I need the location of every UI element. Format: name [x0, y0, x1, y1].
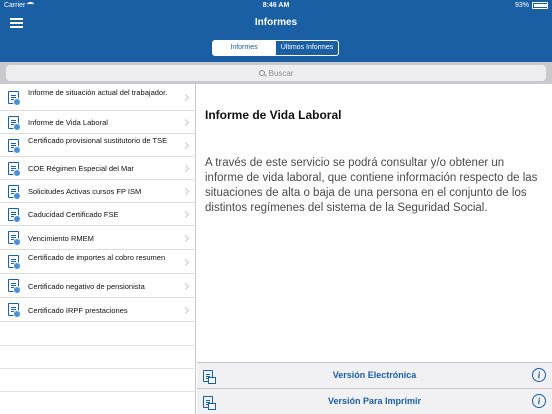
document-icon	[8, 185, 21, 200]
search-bar: Buscar	[0, 62, 552, 84]
list-item[interactable]: Solicitudes Activas cursos FP ISM	[0, 180, 196, 203]
list-item-label: Informe de situación actual del trabajad…	[28, 88, 168, 97]
list-separator	[0, 345, 196, 346]
detail-pane: Informe de Vida Laboral A través de este…	[197, 84, 552, 414]
document-icon	[8, 91, 21, 106]
chevron-right-icon	[181, 93, 190, 102]
document-icon	[8, 208, 21, 223]
document-icon	[8, 139, 21, 154]
document-icon	[8, 116, 21, 131]
list-item[interactable]: Certificado de importes al cobro resumen	[0, 250, 196, 274]
page-title: Informes	[254, 17, 298, 28]
chevron-right-icon	[181, 234, 190, 243]
list-item-label: Solicitudes Activas cursos FP ISM	[28, 187, 142, 196]
list-separator	[0, 368, 196, 369]
document-icon	[8, 162, 21, 177]
list-item[interactable]: Certificado negativo de pensionista	[0, 274, 196, 298]
chevron-right-icon	[181, 164, 190, 173]
document-icon	[8, 279, 21, 294]
list-item-label: Certificado de importes al cobro resumen	[28, 253, 166, 262]
tab-informes[interactable]: Informes	[213, 41, 275, 55]
battery-indicator: 93%	[515, 2, 548, 9]
list-item[interactable]: Informe de Vida Laboral	[0, 111, 196, 134]
document-icon	[8, 231, 21, 246]
status-time: 8:46 AM	[262, 2, 290, 9]
list-item[interactable]: Vencimiento RMEM	[0, 226, 196, 250]
chevron-right-icon	[181, 187, 190, 196]
list-item[interactable]: COE Régimen Especial del Mar	[0, 157, 196, 180]
list-item-label: Informe de Vida Laboral	[28, 118, 108, 127]
chevron-right-icon	[181, 306, 190, 315]
list-item-label: Certificado negativo de pensionista	[28, 282, 145, 291]
document-icon	[8, 255, 21, 270]
list-item-label: COE Régimen Especial del Mar	[28, 164, 134, 173]
tab-ultimos-informes[interactable]: Últimos Informes	[275, 41, 338, 55]
chevron-right-icon	[181, 258, 190, 267]
version-electronica-button[interactable]: Versión Electrónica i	[197, 362, 552, 388]
report-list: Informe de situación actual del trabajad…	[0, 84, 196, 414]
detail-title: Informe de Vida Laboral	[205, 108, 342, 122]
chevron-right-icon	[181, 210, 190, 219]
nav-bar: Informes	[0, 12, 552, 36]
action-label: Versión Para Imprimir	[327, 396, 422, 406]
chevron-right-icon	[181, 282, 190, 291]
info-icon[interactable]: i	[532, 394, 546, 408]
version-imprimir-button[interactable]: Versión Para Imprimir i	[197, 388, 552, 414]
list-item[interactable]: Certificado provisional sustitutorio de …	[0, 134, 196, 157]
list-item[interactable]: Informe de situación actual del trabajad…	[0, 84, 196, 111]
chevron-right-icon	[181, 141, 190, 150]
chevron-right-icon	[181, 118, 190, 127]
action-label: Versión Electrónica	[332, 370, 417, 380]
segmented-control: Informes Últimos Informes	[212, 40, 339, 56]
list-item-label: Caducidad Certificado FSE	[28, 210, 119, 219]
list-item-label: Vencimiento RMEM	[28, 234, 94, 243]
search-input[interactable]: Buscar	[6, 65, 546, 81]
battery-percent: 93%	[514, 2, 529, 9]
detail-description: A través de este servicio se podrá consu…	[205, 157, 538, 214]
list-item-label: Certificado provisional sustitutorio de …	[28, 136, 168, 145]
search-icon	[258, 70, 265, 76]
search-placeholder: Buscar	[268, 68, 294, 78]
list-item[interactable]: Caducidad Certificado FSE	[0, 203, 196, 226]
document-icon	[8, 303, 21, 318]
info-icon[interactable]: i	[532, 368, 546, 382]
status-bar: Carrier 8:46 AM 93%	[0, 0, 552, 12]
battery-icon	[532, 2, 548, 9]
list-item-label: Certificado IRPF prestaciones	[28, 306, 128, 315]
list-item[interactable]: Certificado IRPF prestaciones	[0, 298, 196, 322]
list-separator	[0, 391, 196, 392]
app-header: Carrier 8:46 AM 93% Informes Informes Úl…	[0, 0, 552, 62]
